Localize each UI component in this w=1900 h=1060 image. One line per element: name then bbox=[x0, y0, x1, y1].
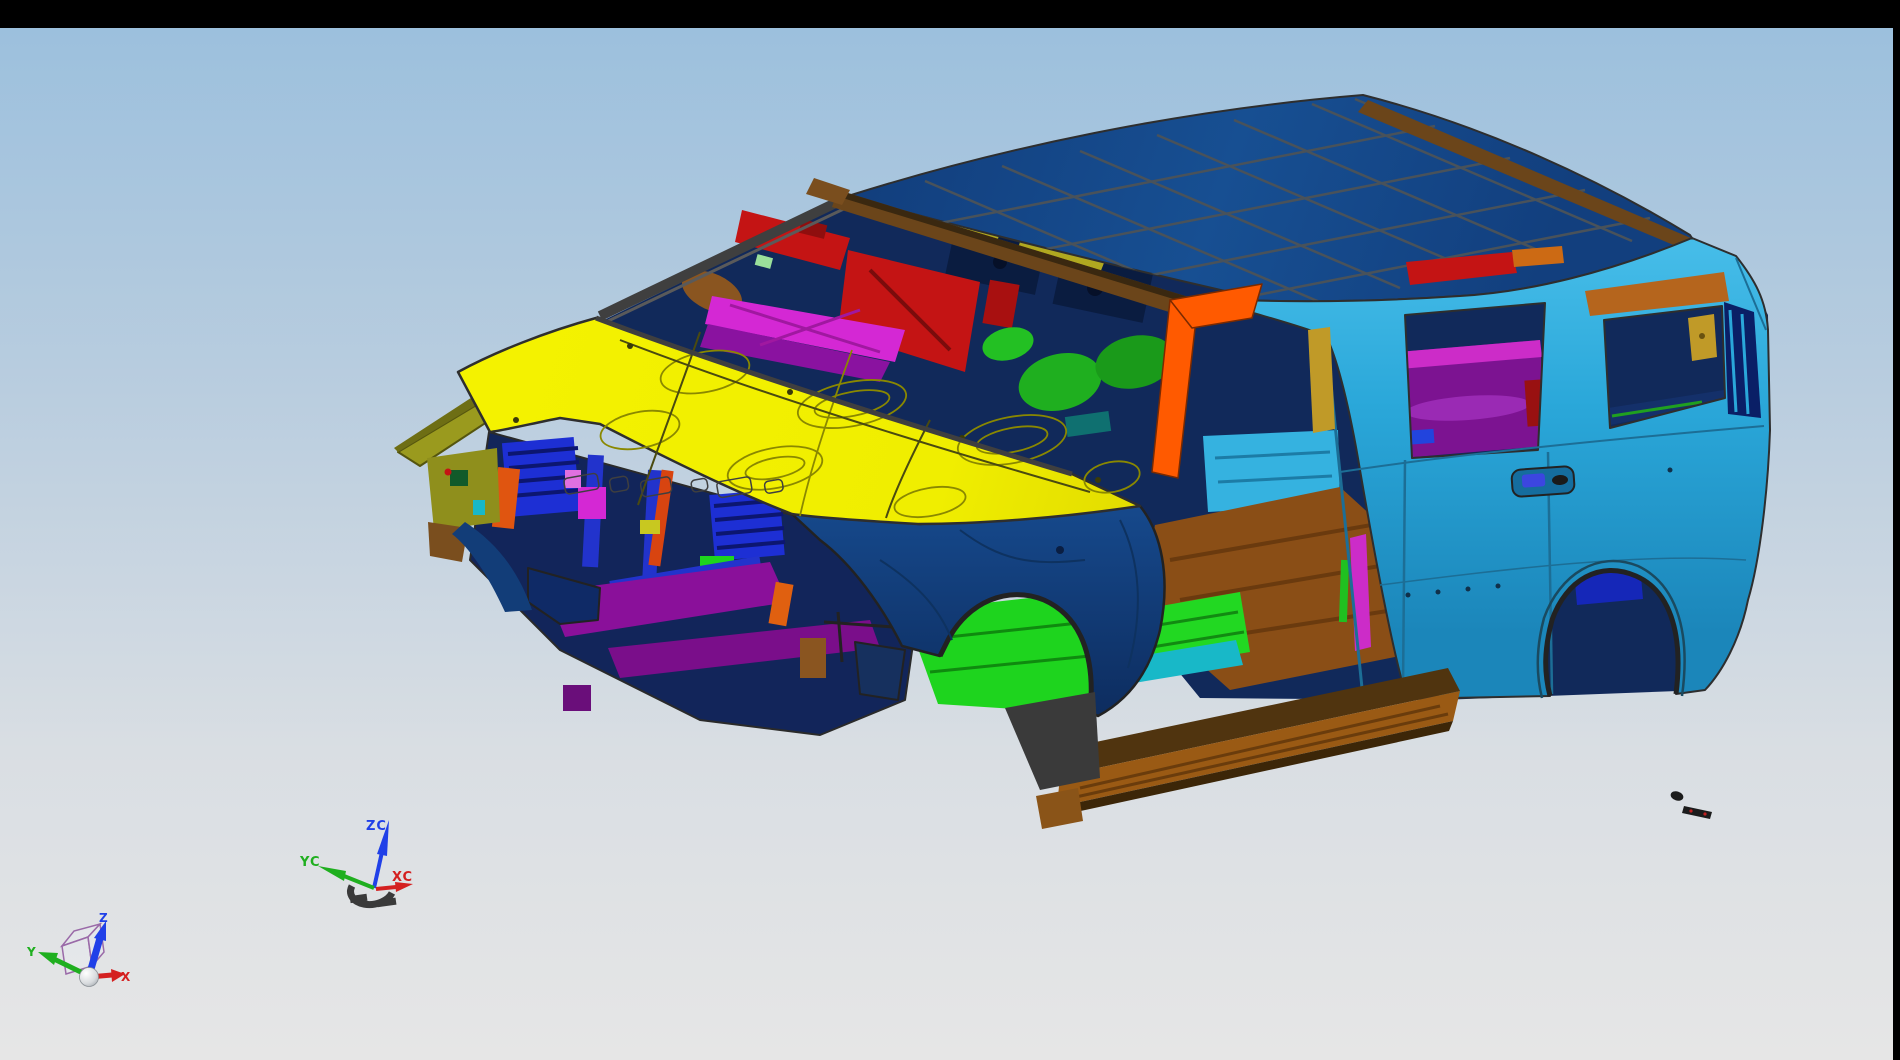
cad-application-window: ZC YC XC Z Y bbox=[0, 0, 1900, 1060]
top-chrome-bar bbox=[0, 0, 1900, 28]
view-y-label: Y bbox=[26, 945, 36, 959]
graphics-viewport[interactable]: ZC YC XC Z Y bbox=[0, 0, 1900, 1060]
view-triad-origin-sphere[interactable] bbox=[80, 968, 99, 987]
wcs-y-label: YC bbox=[299, 855, 321, 870]
wcs-x-label: XC bbox=[392, 870, 413, 885]
view-z-label: Z bbox=[99, 911, 108, 925]
wcs-z-label: ZC bbox=[366, 819, 387, 834]
right-chrome-bar bbox=[1893, 0, 1900, 1060]
view-x-label: X bbox=[121, 970, 131, 984]
door-handle[interactable] bbox=[1511, 466, 1575, 497]
